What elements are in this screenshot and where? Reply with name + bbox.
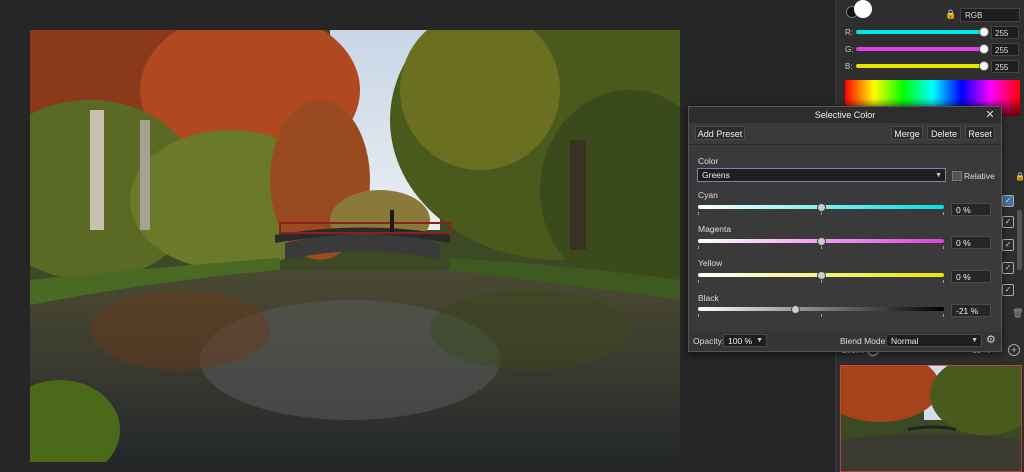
close-icon[interactable]: ✕ <box>984 108 996 122</box>
color-select[interactable]: Greens ▼ <box>697 168 946 182</box>
opacity-label: Opacity: <box>693 336 725 346</box>
g-value-field[interactable]: 255 <box>991 43 1019 56</box>
document-canvas[interactable] <box>30 30 680 462</box>
magenta-slider-knob[interactable] <box>817 237 826 246</box>
reset-button[interactable]: Reset <box>965 126 995 140</box>
yellow-value-field[interactable]: 0 % <box>951 270 991 283</box>
divider <box>689 144 1001 145</box>
layer-visibility-checkbox[interactable]: ✓ <box>1002 262 1014 274</box>
landscape-photo <box>30 30 680 462</box>
merge-button[interactable]: Merge <box>891 126 923 140</box>
trash-icon[interactable]: 🗑 <box>1012 308 1023 319</box>
foreground-color-swatch[interactable] <box>854 0 872 18</box>
magenta-ticks <box>698 246 944 249</box>
layer-visibility-checkbox[interactable]: ✓ <box>1002 195 1014 207</box>
gear-icon[interactable]: ⚙ <box>986 333 996 346</box>
dialog-title: Selective Color <box>689 107 1001 123</box>
layer-visibility-checkbox[interactable]: ✓ <box>1002 216 1014 228</box>
g-slider[interactable] <box>856 47 984 51</box>
r-slider-knob[interactable] <box>979 27 989 37</box>
black-slider[interactable] <box>698 307 944 311</box>
magenta-value-field[interactable]: 0 % <box>951 236 991 249</box>
layers-scrollbar[interactable] <box>1017 210 1022 270</box>
layer-visibility-checkbox[interactable]: ✓ <box>1002 239 1014 251</box>
r-slider[interactable] <box>856 30 984 34</box>
blend-mode-select[interactable]: Normal ▼ <box>886 334 982 347</box>
black-label: Black <box>698 293 719 303</box>
delete-button[interactable]: Delete <box>927 126 961 140</box>
zoom-in-icon[interactable]: + <box>1008 344 1020 356</box>
g-slider-knob[interactable] <box>979 44 989 54</box>
color-mode-value: RGB <box>965 11 983 20</box>
yellow-slider-knob[interactable] <box>817 271 826 280</box>
b-value-field[interactable]: 255 <box>991 60 1019 73</box>
cyan-ticks <box>698 212 944 215</box>
opacity-select[interactable]: 100 % ▼ <box>723 334 767 347</box>
magenta-label: Magenta <box>698 224 732 234</box>
black-ticks <box>698 314 944 317</box>
relative-label: Relative <box>964 171 995 181</box>
blend-mode-label: Blend Mode: <box>840 336 888 346</box>
black-slider-knob[interactable] <box>791 305 800 314</box>
opacity-value: 100 % <box>728 336 753 346</box>
black-value-field[interactable]: -21 % <box>951 304 991 317</box>
chevron-down-icon: ▼ <box>971 337 978 344</box>
layer-visibility-checkbox[interactable]: ✓ <box>1002 284 1014 296</box>
lock-icon[interactable]: 🔒 <box>945 9 957 21</box>
b-slider-knob[interactable] <box>979 61 989 71</box>
color-select-value: Greens <box>702 170 730 180</box>
b-label: B: <box>845 62 853 71</box>
yellow-ticks <box>698 280 944 283</box>
cyan-slider-knob[interactable] <box>817 203 826 212</box>
color-mode-select[interactable]: RGB <box>960 8 1020 22</box>
color-label: Color <box>698 156 719 166</box>
cyan-label: Cyan <box>698 190 718 200</box>
chevron-down-icon: ▼ <box>935 172 942 179</box>
r-value-field[interactable]: 255 <box>991 26 1019 39</box>
lock-icon[interactable]: 🔒 <box>1015 172 1024 181</box>
selective-color-dialog: Selective Color ✕ Add Preset Merge Delet… <box>688 106 1002 352</box>
add-preset-button[interactable]: Add Preset <box>695 126 745 140</box>
cyan-value-field[interactable]: 0 % <box>951 203 991 216</box>
relative-checkbox[interactable] <box>952 171 962 181</box>
b-slider[interactable] <box>856 64 984 68</box>
navigator-thumbnail[interactable] <box>840 365 1022 472</box>
r-label: R: <box>845 28 853 37</box>
g-label: G: <box>845 45 854 54</box>
blend-mode-value: Normal <box>891 336 919 346</box>
chevron-down-icon: ▼ <box>756 337 763 344</box>
yellow-label: Yellow <box>698 258 723 268</box>
